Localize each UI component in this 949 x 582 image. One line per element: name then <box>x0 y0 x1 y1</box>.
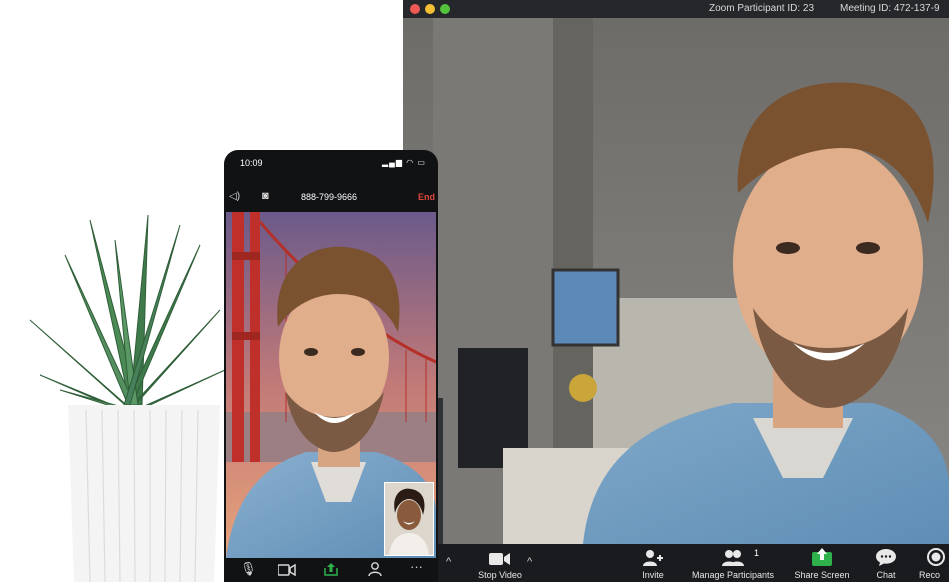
participants-icon <box>722 550 744 566</box>
phone-number: 888-799-9666 <box>301 192 358 202</box>
manage-participants-button[interactable]: Manage Participants <box>686 544 780 582</box>
phone-clock: 10:09 <box>240 158 263 168</box>
share-screen-label: Share Screen <box>794 570 850 580</box>
phone-meeting-toolbar: 🎙 ··· <box>224 558 438 582</box>
mobile-phone: 10:09 ▂▄▆ ◠ ▭ ◁) ◙ 888-799-9666 End 🎙 ··… <box>224 150 438 582</box>
phone-status-bar: 10:09 ▂▄▆ ◠ ▭ <box>224 150 438 174</box>
participants-count: 1 <box>754 548 760 558</box>
record-icon <box>927 548 945 566</box>
chat-bubble-icon <box>876 549 896 566</box>
share-screen-icon[interactable] <box>324 562 338 576</box>
zoom-desktop-window: Zoom Participant ID: 23 Meeting ID: 472-… <box>403 0 949 582</box>
microphone-icon[interactable]: 🎙 <box>240 561 257 577</box>
invite-button[interactable]: Invite <box>635 544 671 582</box>
invite-label: Invite <box>642 570 664 580</box>
phone-call-topbar: ◁) ◙ 888-799-9666 End <box>224 186 438 212</box>
participants-icon[interactable] <box>368 562 382 576</box>
invite-person-icon <box>643 550 663 566</box>
video-options-caret[interactable]: ^ <box>527 556 532 568</box>
record-button[interactable]: Reco <box>919 544 949 582</box>
share-screen-button[interactable]: Share Screen <box>791 544 853 582</box>
record-label: Reco <box>919 570 941 580</box>
meeting-id-label: Meeting ID: 472-137-9 <box>840 3 940 14</box>
speaker-icon[interactable]: ◁) <box>229 191 240 202</box>
main-video-feed <box>403 18 949 544</box>
chat-button[interactable]: Chat <box>869 544 903 582</box>
maximize-window-button[interactable] <box>440 4 450 14</box>
end-call-button[interactable]: End <box>418 192 435 202</box>
minimize-window-button[interactable] <box>425 4 435 14</box>
window-titlebar: Zoom Participant ID: 23 Meeting ID: 472-… <box>403 0 949 18</box>
manage-participants-label: Manage Participants <box>691 570 775 580</box>
potted-plant <box>20 200 240 582</box>
signal-wifi-battery-icon: ▂▄▆ ◠ ▭ <box>382 158 426 167</box>
close-window-button[interactable] <box>410 4 420 14</box>
desktop-meeting-toolbar: ^ Stop Video ^ Invite Manage Participant… <box>403 544 949 582</box>
stop-video-label: Stop Video <box>478 570 522 580</box>
more-options-icon[interactable]: ··· <box>410 559 423 574</box>
switch-camera-icon[interactable]: ◙ <box>262 190 269 202</box>
share-screen-icon <box>812 548 832 566</box>
chat-label: Chat <box>876 570 896 580</box>
video-camera-icon <box>489 553 510 565</box>
stop-video-button[interactable]: Stop Video <box>475 544 525 582</box>
self-view-thumbnail[interactable] <box>384 482 434 556</box>
video-camera-icon[interactable] <box>278 564 296 576</box>
participant-id-label: Zoom Participant ID: 23 <box>709 3 815 14</box>
audio-options-caret[interactable]: ^ <box>446 556 451 568</box>
